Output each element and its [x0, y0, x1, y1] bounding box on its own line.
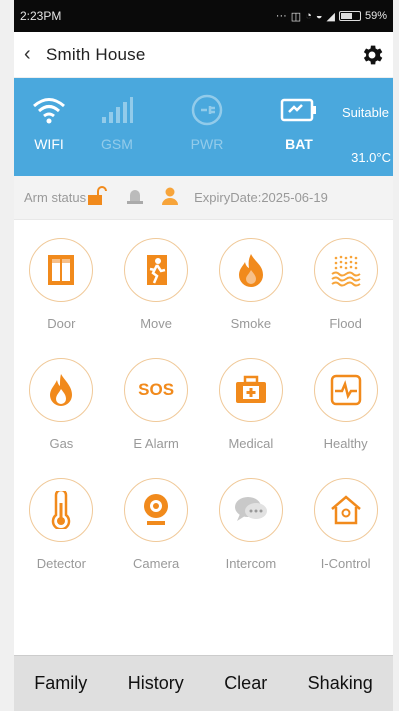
- device-status-panel: WIFI GSM PWR BAT Suitable 31.0°C: [14, 78, 393, 176]
- signal-icon: [84, 92, 150, 128]
- device-label: Camera: [133, 556, 180, 571]
- device-door[interactable]: Door: [14, 224, 109, 344]
- device-label: Door: [47, 316, 76, 331]
- chevron-left-icon[interactable]: ‹: [24, 43, 46, 66]
- device-label: Gas: [49, 436, 74, 451]
- nav-history[interactable]: History: [124, 673, 188, 694]
- gas-flame-icon: [29, 358, 94, 422]
- device-gas[interactable]: Gas: [14, 344, 109, 464]
- arm-status-label: Arm status: [24, 190, 87, 205]
- battery-status-icon: [338, 11, 361, 21]
- power-plug-icon: [174, 92, 240, 128]
- vibrate-icon: ◫: [290, 10, 302, 23]
- device-label: Flood: [329, 316, 362, 331]
- wifi-status-icon: ◒: [315, 10, 323, 22]
- device-label: Medical: [228, 436, 274, 451]
- home-icon: [313, 478, 378, 542]
- wifi-icon: [16, 92, 82, 128]
- fire-icon: [218, 238, 283, 302]
- gear-icon[interactable]: [359, 42, 385, 68]
- arm-status-bar: Arm status ExpiryDate:2025-06-19: [14, 176, 393, 220]
- thermometer-icon: [29, 478, 94, 542]
- signal-status-icon: ◢: [326, 10, 335, 23]
- wifi-label: WIFI: [34, 136, 64, 152]
- temperature-reading: 31.0°C: [351, 150, 391, 165]
- gsm-label: GSM: [101, 136, 133, 152]
- nav-family[interactable]: Family: [30, 673, 91, 694]
- siren-icon[interactable]: [124, 186, 146, 209]
- environment-status: Suitable: [342, 105, 389, 120]
- device-flood[interactable]: Flood: [298, 224, 393, 344]
- chat-bubble-icon: [218, 478, 283, 542]
- device-label: Intercom: [225, 556, 277, 571]
- gsm-status: GSM: [84, 92, 150, 152]
- device-label: Smoke: [230, 316, 272, 331]
- battery-percent: 59%: [364, 10, 387, 22]
- sos-icon: SOS: [124, 358, 189, 422]
- device-i-control[interactable]: I-Control: [298, 464, 393, 584]
- nav-clear[interactable]: Clear: [220, 673, 271, 694]
- status-icons: ··· ◫ ◔ ◒ ◢ 59%: [276, 10, 387, 23]
- running-person-icon: [124, 238, 189, 302]
- device-intercom[interactable]: Intercom: [204, 464, 299, 584]
- camera-icon: [124, 478, 189, 542]
- nav-shaking[interactable]: Shaking: [304, 673, 377, 694]
- bottom-nav: Family History Clear Shaking: [14, 655, 393, 711]
- sos-text: SOS: [138, 380, 175, 399]
- expiry-date: ExpiryDate:2025-06-19: [194, 190, 328, 205]
- wifi-status: WIFI: [16, 92, 82, 152]
- device-grid: Door Move Smoke Flood Gas SOS E Alarm Me…: [14, 224, 393, 584]
- door-icon: [29, 238, 94, 302]
- alarm-icon: ◔: [305, 10, 312, 22]
- device-healthy[interactable]: Healthy: [298, 344, 393, 464]
- page-title: Smith House: [46, 44, 146, 64]
- user-icon[interactable]: [160, 186, 180, 209]
- medical-kit-icon: [218, 358, 283, 422]
- device-smoke[interactable]: Smoke: [204, 224, 299, 344]
- device-label: Healthy: [323, 436, 368, 451]
- device-e-alarm[interactable]: SOS E Alarm: [109, 344, 204, 464]
- bat-label: BAT: [285, 136, 313, 152]
- device-move[interactable]: Move: [109, 224, 204, 344]
- battery-icon: [266, 92, 332, 128]
- device-detector[interactable]: Detector: [14, 464, 109, 584]
- device-label: I-Control: [320, 556, 371, 571]
- title-bar: ‹ Smith House: [14, 32, 393, 78]
- status-bar: 2:23PM ··· ◫ ◔ ◒ ◢ 59%: [14, 0, 393, 32]
- device-medical[interactable]: Medical: [204, 344, 299, 464]
- heartbeat-icon: [313, 358, 378, 422]
- device-label: Move: [140, 316, 173, 331]
- pwr-label: PWR: [190, 136, 224, 152]
- pwr-status: PWR: [174, 92, 240, 152]
- unlock-icon[interactable]: [86, 186, 110, 209]
- flood-icon: [313, 238, 378, 302]
- notification-dots-icon: ···: [275, 10, 287, 22]
- device-label: E Alarm: [133, 436, 179, 451]
- device-camera[interactable]: Camera: [109, 464, 204, 584]
- bat-status: BAT: [266, 92, 332, 152]
- status-time: 2:23PM: [20, 9, 62, 23]
- app-screen: 2:23PM ··· ◫ ◔ ◒ ◢ 59% ‹ Smith House WIF…: [14, 0, 393, 711]
- device-label: Detector: [36, 556, 86, 571]
